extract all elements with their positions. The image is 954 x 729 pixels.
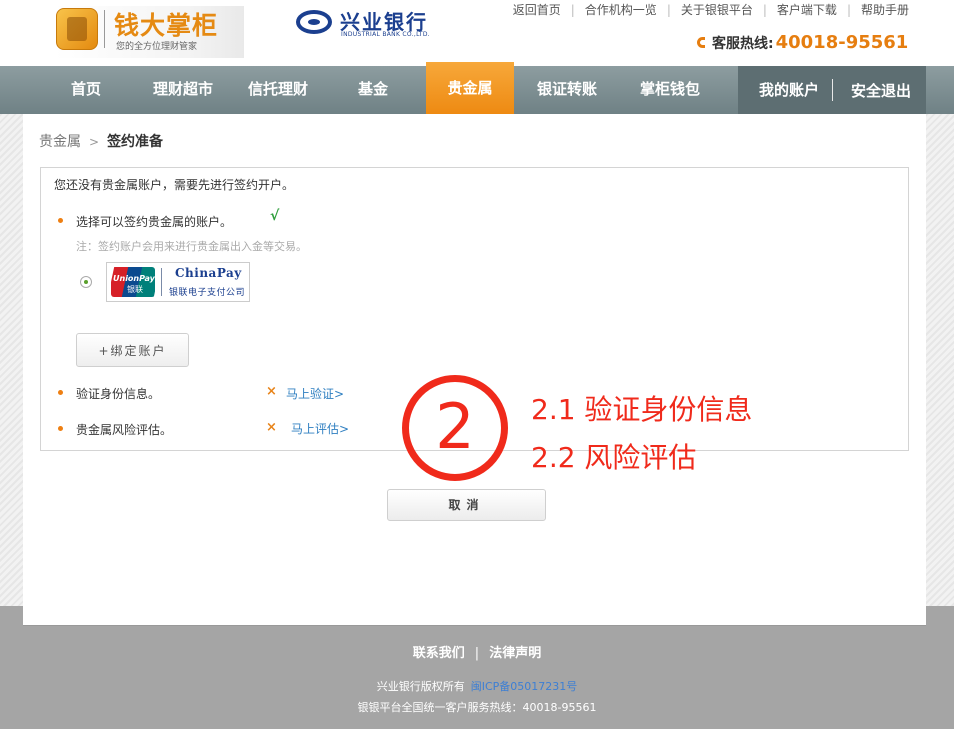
footer-copyright-line: 兴业银行版权所有 闽ICP备05017231号 bbox=[0, 678, 954, 694]
nav-item-wealth-market[interactable]: 理财超市 bbox=[140, 66, 226, 114]
footer-hotline: 银银平台全国统一客户服务热线：40018-95561 bbox=[357, 701, 597, 714]
nav-item-bank-securities[interactable]: 银证转账 bbox=[525, 66, 609, 114]
check-icon: √ bbox=[270, 208, 280, 224]
breadcrumb-parent[interactable]: 贵金属 bbox=[39, 134, 81, 150]
main-nav: 首页 理财超市 信托理财 基金 贵金属 银证转账 掌柜钱包 我的账户 安全退出 bbox=[0, 62, 954, 115]
step2-label: 验证身份信息。 bbox=[76, 387, 161, 401]
account-radio[interactable] bbox=[80, 276, 92, 288]
side-pattern-right bbox=[926, 114, 954, 606]
annotation-number: 2 bbox=[435, 390, 475, 463]
account-nav: 我的账户 安全退出 bbox=[738, 66, 926, 114]
bank-name-en: INDUSTRIAL BANK CO.,LTD. bbox=[341, 31, 430, 38]
hotline-number: 40018-95561 bbox=[775, 32, 909, 53]
top-links: 返回首页 | 合作机构一览 | 关于银银平台 | 客户端下载 | 帮助手册 bbox=[512, 3, 909, 17]
annotation-circle: 2 bbox=[402, 375, 508, 481]
footer-copyright: 兴业银行版权所有 bbox=[376, 680, 465, 693]
breadcrumb-current: 签约准备 bbox=[107, 134, 164, 150]
top-link-partners[interactable]: 合作机构一览 bbox=[585, 3, 657, 17]
chinapay-subtitle: 银联电子支付公司 bbox=[169, 288, 246, 298]
top-link-help[interactable]: 帮助手册 bbox=[861, 3, 909, 17]
unionpay-cn: 银联 bbox=[127, 285, 143, 294]
phone-icon bbox=[696, 36, 708, 50]
bank-logo: 兴业银行 INDUSTRIAL BANK CO.,LTD. bbox=[296, 8, 436, 42]
step3-label: 贵金属风险评估。 bbox=[76, 423, 173, 437]
hotline: 客服热线: 40018-95561 bbox=[696, 32, 908, 53]
top-link-about[interactable]: 关于银银平台 bbox=[681, 3, 753, 17]
logo-divider bbox=[104, 10, 105, 48]
footer-legal-link[interactable]: 法律声明 bbox=[489, 646, 541, 661]
nav-my-account[interactable]: 我的账户 bbox=[746, 66, 832, 114]
site-logo[interactable]: 钱大掌柜 您的全方位理财管家 bbox=[54, 6, 244, 58]
nav-item-precious-metal[interactable]: 贵金属 bbox=[426, 62, 514, 114]
footer-top-strip bbox=[23, 606, 926, 626]
notice-text: 您还没有贵金属账户，需要先进行签约开户。 bbox=[54, 178, 295, 192]
bank-logo-icon bbox=[296, 10, 332, 34]
breadcrumb-separator: > bbox=[89, 135, 100, 149]
annotation-line-1: 2.1 验证身份信息 bbox=[531, 393, 753, 426]
verify-identity-link[interactable]: 马上验证> bbox=[286, 385, 344, 402]
step1-note: 注：签约账户会用来进行贵金属出入金等交易。 bbox=[76, 240, 307, 253]
nav-divider bbox=[832, 79, 833, 101]
unionpay-logo-icon: UnionPay 银联 bbox=[111, 267, 155, 297]
risk-assessment-link[interactable]: 马上评估> bbox=[291, 420, 349, 437]
bullet-icon bbox=[58, 218, 63, 223]
footer-contact-link[interactable]: 联系我们 bbox=[413, 646, 465, 661]
hotline-label: 客服热线: bbox=[712, 36, 774, 52]
nav-item-wallet[interactable]: 掌柜钱包 bbox=[628, 66, 712, 114]
breadcrumb: 贵金属 > 签约准备 bbox=[39, 131, 163, 151]
nav-item-home[interactable]: 首页 bbox=[55, 66, 117, 114]
logo-icon bbox=[56, 8, 98, 50]
annotation-line-2: 2.2 风险评估 bbox=[531, 441, 697, 474]
nav-logout[interactable]: 安全退出 bbox=[838, 66, 924, 114]
chinapay-divider bbox=[161, 268, 162, 296]
top-link-home[interactable]: 返回首页 bbox=[513, 3, 561, 17]
header: 钱大掌柜 您的全方位理财管家 兴业银行 INDUSTRIAL BANK CO.,… bbox=[0, 0, 954, 66]
footer-icp-link[interactable]: 闽ICP备05017231号 bbox=[471, 680, 578, 693]
chinapay-title: ChinaPay bbox=[175, 266, 242, 280]
logo-name: 钱大掌柜 bbox=[114, 11, 219, 40]
cross-icon: × bbox=[266, 420, 277, 435]
footer-links: 联系我们 | 法律声明 bbox=[412, 646, 542, 661]
cross-icon: × bbox=[266, 384, 277, 399]
nav-item-trust[interactable]: 信托理财 bbox=[236, 66, 320, 114]
nav-item-fund[interactable]: 基金 bbox=[340, 66, 406, 114]
step1-label: 选择可以签约贵金属的账户。 bbox=[76, 215, 233, 229]
cancel-button[interactable]: 取消 bbox=[387, 489, 546, 521]
side-pattern-left bbox=[0, 114, 23, 606]
top-link-download[interactable]: 客户端下载 bbox=[777, 3, 837, 17]
bind-account-button[interactable]: +绑定账户 bbox=[76, 333, 189, 367]
bullet-icon bbox=[58, 426, 63, 431]
chinapay-account-card[interactable]: UnionPay 银联 ChinaPay 银联电子支付公司 bbox=[106, 262, 250, 302]
bullet-icon bbox=[58, 390, 63, 395]
logo-slogan: 您的全方位理财管家 bbox=[116, 42, 198, 52]
unionpay-en: UnionPay bbox=[113, 274, 155, 283]
